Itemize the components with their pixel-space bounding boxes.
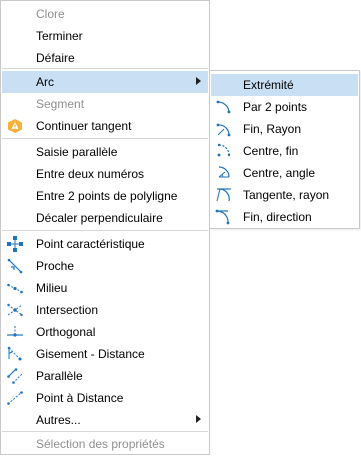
- menu-item-label: Intersection: [36, 303, 99, 317]
- menu-item-label: Gisement - Distance: [36, 347, 145, 361]
- menu-item-label: Arc: [36, 75, 54, 89]
- menu-item-label: Orthogonal: [36, 325, 96, 339]
- submenu-arrow-icon: [196, 415, 201, 423]
- menu-separator: [2, 138, 208, 139]
- menu-item-parallele[interactable]: Parallèle: [2, 365, 208, 387]
- context-menu: Clore Terminer Défaire Arc Segment Conti…: [0, 0, 210, 455]
- submenu-item-par-2-points[interactable]: Par 2 points: [211, 96, 358, 118]
- menu-item-defaire[interactable]: Défaire: [2, 47, 208, 69]
- arc-end-direction-icon: [215, 208, 233, 226]
- submenu-item-label: Fin, Rayon: [243, 122, 302, 136]
- menu-item-terminer[interactable]: Terminer: [2, 25, 208, 47]
- arc-center-angle-icon: [215, 164, 233, 182]
- arc-2-points-icon: [215, 98, 233, 116]
- menu-item-label: Proche: [36, 259, 75, 273]
- menu-item-label: Décaler perpendiculaire: [36, 211, 163, 225]
- menu-item-label: Segment: [36, 97, 85, 111]
- menu-item-autres[interactable]: Autres...: [2, 409, 208, 431]
- menu-item-label: Continuer tangent: [36, 119, 132, 133]
- menu-item-continuer-tangent[interactable]: Continuer tangent: [2, 115, 208, 137]
- menu-item-decaler-perpendiculaire[interactable]: Décaler perpendiculaire: [2, 207, 208, 229]
- submenu-arrow-icon: [196, 77, 201, 85]
- menu-item-proche[interactable]: Proche: [2, 255, 208, 277]
- submenu-item-label: Centre, fin: [243, 144, 299, 158]
- menu-item-arc[interactable]: Arc: [2, 71, 208, 93]
- menu-item-entre-deux-numeros[interactable]: Entre deux numéros: [2, 163, 208, 185]
- menu-item-label: Entre 2 points de polyligne: [36, 189, 178, 203]
- menu-item-milieu[interactable]: Milieu: [2, 277, 208, 299]
- snap-point-distance-icon: [6, 389, 24, 407]
- snap-intersection-icon: [6, 301, 24, 319]
- arc-end-radius-icon: [215, 120, 233, 138]
- menu-item-label: Sélection des propriétés: [36, 437, 165, 451]
- menu-item-entre-2-points-polyligne[interactable]: Entre 2 points de polyligne: [2, 185, 208, 207]
- menu-item-label: Saisie parallèle: [36, 145, 118, 159]
- submenu-item-extremite[interactable]: Extrémité: [211, 74, 358, 96]
- arc-tangent-radius-icon: [215, 186, 233, 204]
- menu-item-label: Entre deux numéros: [36, 167, 145, 181]
- menu-item-saisie-parallele[interactable]: Saisie parallèle: [2, 141, 208, 163]
- menu-item-label: Terminer: [36, 29, 83, 43]
- submenu-item-fin-direction[interactable]: Fin, direction: [211, 206, 358, 228]
- menu-item-label: Milieu: [36, 281, 68, 295]
- menu-item-point-a-distance[interactable]: Point à Distance: [2, 387, 208, 409]
- menu-item-selection-proprietes: Sélection des propriétés: [2, 433, 208, 455]
- snap-perpendicular-icon: [6, 323, 24, 341]
- arc-submenu: Extrémité Par 2 points Fin, Rayon Centre…: [209, 70, 360, 229]
- warning-icon: [6, 117, 24, 135]
- submenu-item-label: Fin, direction: [243, 210, 312, 224]
- menu-separator: [2, 431, 208, 432]
- snap-parallel-icon: [6, 367, 24, 385]
- menu-item-orthogonal[interactable]: Orthogonal: [2, 321, 208, 343]
- menu-item-label: Point caractéristique: [36, 237, 145, 251]
- menu-separator: [2, 230, 208, 231]
- snap-endpoints-icon: [6, 235, 24, 253]
- submenu-item-centre-fin[interactable]: Centre, fin: [211, 140, 358, 162]
- snap-midpoint-icon: [6, 279, 24, 297]
- menu-item-clore: Clore: [2, 3, 208, 25]
- submenu-item-fin-rayon[interactable]: Fin, Rayon: [211, 118, 358, 140]
- snap-nearest-icon: [6, 257, 24, 275]
- menu-item-label: Défaire: [36, 51, 75, 65]
- submenu-item-tangente-rayon[interactable]: Tangente, rayon: [211, 184, 358, 206]
- submenu-item-label: Centre, angle: [243, 166, 316, 180]
- menu-item-label: Parallèle: [36, 369, 83, 383]
- submenu-item-centre-angle[interactable]: Centre, angle: [211, 162, 358, 184]
- menu-item-gisement-distance[interactable]: Gisement - Distance: [2, 343, 208, 365]
- submenu-item-label: Extrémité: [243, 78, 294, 92]
- menu-item-intersection[interactable]: Intersection: [2, 299, 208, 321]
- menu-item-label: Point à Distance: [36, 391, 124, 405]
- menu-item-segment: Segment: [2, 93, 208, 115]
- menu-item-label: Autres...: [36, 413, 81, 427]
- submenu-item-label: Par 2 points: [243, 100, 308, 114]
- arc-center-end-icon: [215, 142, 233, 160]
- menu-separator: [2, 68, 208, 69]
- menu-item-point-caracteristique[interactable]: Point caractéristique: [2, 233, 208, 255]
- menu-item-label: Clore: [36, 7, 65, 21]
- snap-bearing-distance-icon: [6, 345, 24, 363]
- submenu-item-label: Tangente, rayon: [243, 188, 330, 202]
